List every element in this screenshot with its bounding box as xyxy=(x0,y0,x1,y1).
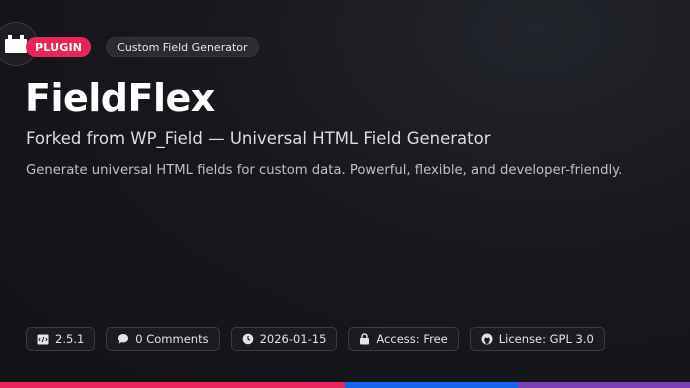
bar-segment-1 xyxy=(0,382,173,388)
date-chip: 2026-01-15 xyxy=(230,327,338,351)
github-icon xyxy=(481,333,493,345)
access-label: Access: Free xyxy=(376,332,448,346)
meta-row: 2.5.1 0 Comments 2026-01-15 Access: Free xyxy=(26,327,605,351)
lock-icon xyxy=(359,333,370,345)
bar-segment-2 xyxy=(172,382,345,388)
access-chip: Access: Free xyxy=(348,327,459,351)
clock-icon xyxy=(242,333,254,345)
tag-row: PLUGIN Custom Field Generator xyxy=(26,37,259,57)
bottom-color-bar xyxy=(0,382,690,388)
bar-segment-3 xyxy=(345,382,518,388)
page-description: Generate universal HTML fields for custo… xyxy=(26,163,623,178)
code-icon xyxy=(37,334,49,345)
comments-label: 0 Comments xyxy=(135,332,209,346)
comment-bubble-icon xyxy=(117,333,129,345)
version-label: 2.5.1 xyxy=(55,332,85,346)
category-badge[interactable]: Custom Field Generator xyxy=(106,37,259,57)
comments-chip[interactable]: 0 Comments xyxy=(106,327,220,351)
version-chip: 2.5.1 xyxy=(26,327,96,351)
license-label: License: GPL 3.0 xyxy=(498,332,594,346)
license-chip[interactable]: License: GPL 3.0 xyxy=(469,327,605,351)
bar-segment-4 xyxy=(517,382,690,388)
date-label: 2026-01-15 xyxy=(259,332,327,346)
plugin-badge[interactable]: PLUGIN xyxy=(26,37,92,57)
page-subtitle: Forked from WP_Field — Universal HTML Fi… xyxy=(26,129,491,148)
page-title: FieldFlex xyxy=(25,76,215,120)
